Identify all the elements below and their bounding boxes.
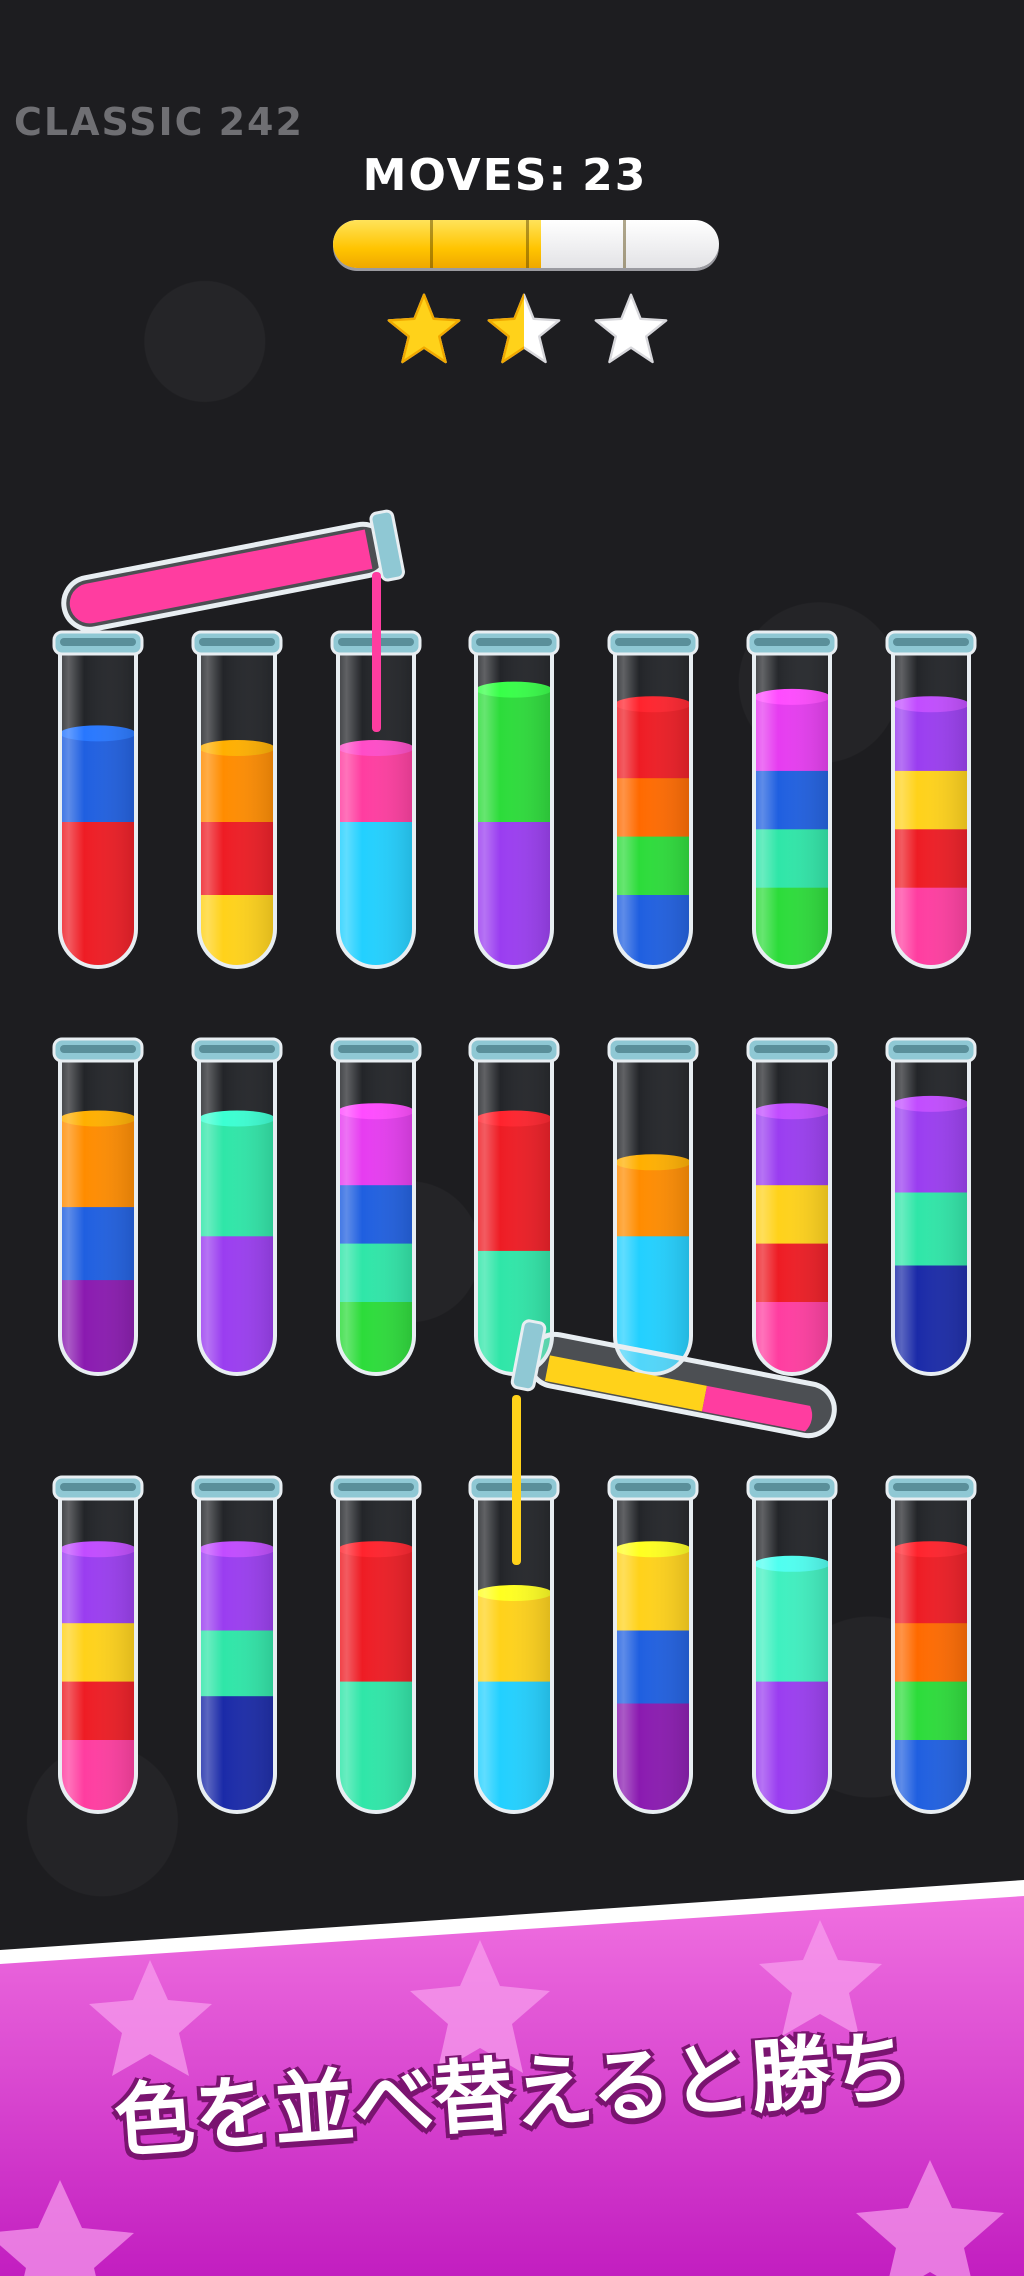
tube-0-5[interactable]	[746, 628, 838, 973]
progress-fill	[333, 220, 542, 268]
mode-label: CLASSIC	[14, 100, 205, 144]
tube-1-6[interactable]	[885, 1035, 977, 1380]
tube-0-4[interactable]	[607, 628, 699, 973]
moves-label: MOVES:	[362, 150, 569, 201]
pouring-tube-pink[interactable]	[40, 470, 420, 680]
tube-2-5[interactable]	[746, 1473, 838, 1818]
star-icon-3	[594, 293, 668, 364]
star-icon-2	[487, 293, 561, 364]
pouring-tube-yellow[interactable]	[506, 1318, 846, 1468]
progress-tick	[526, 220, 529, 268]
progress-tick	[622, 220, 626, 268]
progress-bar	[333, 220, 719, 268]
tube-2-6[interactable]	[885, 1473, 977, 1818]
star-icon-1	[387, 293, 461, 364]
tube-2-2[interactable]	[330, 1473, 422, 1818]
moves-counter: MOVES: 23	[0, 150, 1024, 201]
level-number: 242	[218, 100, 304, 144]
tube-2-1[interactable]	[191, 1473, 283, 1818]
tube-1-2[interactable]	[330, 1035, 422, 1380]
tube-1-0[interactable]	[52, 1035, 144, 1380]
tube-1-1[interactable]	[191, 1035, 283, 1380]
moves-value: 23	[582, 150, 648, 201]
tube-2-4[interactable]	[607, 1473, 699, 1818]
pour-stream-yellow	[512, 1395, 521, 1565]
pour-stream-pink	[372, 572, 381, 732]
tube-0-6[interactable]	[885, 628, 977, 973]
tube-2-0[interactable]	[52, 1473, 144, 1818]
game-screen: CLASSIC 242 MOVES: 23 色を並べ替えると勝ち	[0, 0, 1024, 2276]
tube-0-3[interactable]	[468, 628, 560, 973]
progress-tick	[429, 220, 433, 268]
level-label: CLASSIC 242	[14, 100, 318, 144]
